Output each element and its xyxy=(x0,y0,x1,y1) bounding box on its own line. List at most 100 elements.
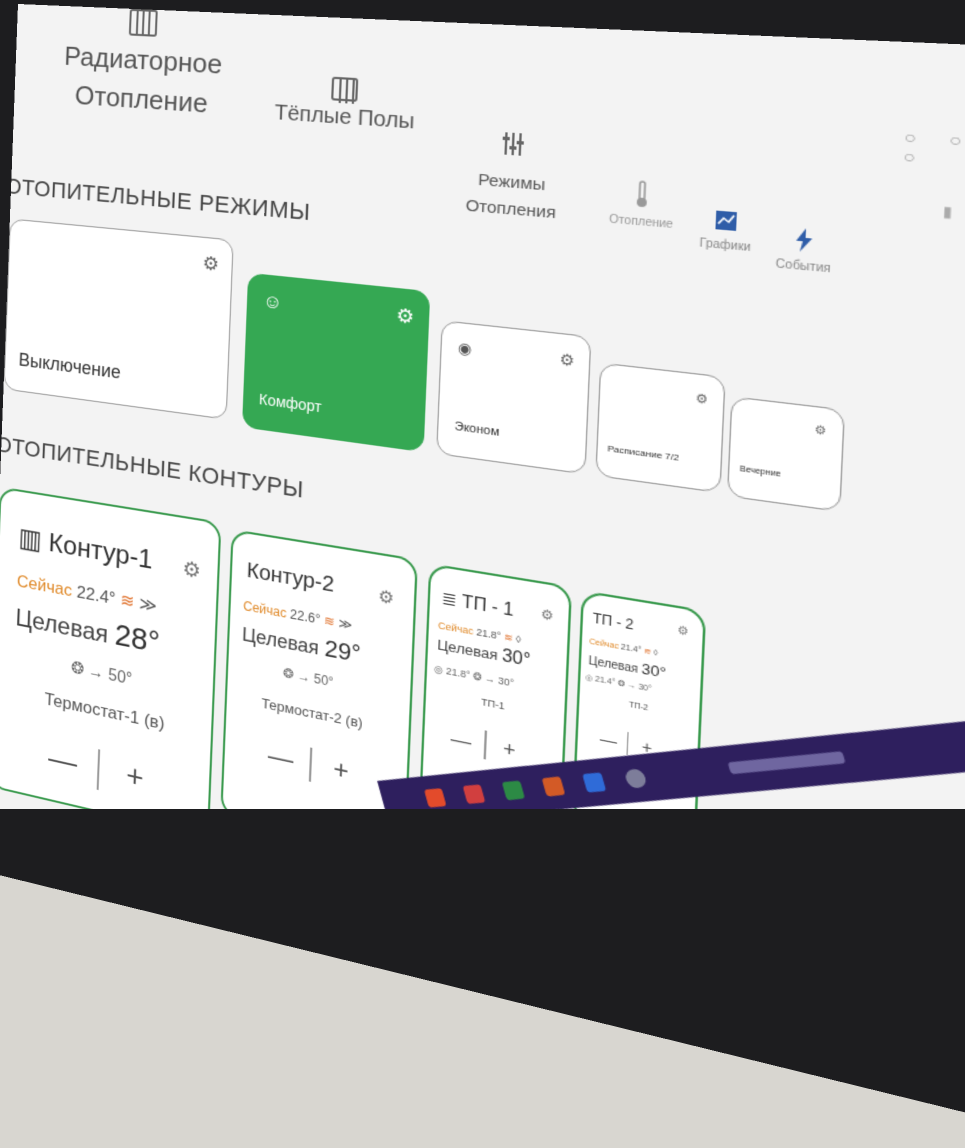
nav-floor-label: Тёплые Полы xyxy=(274,101,416,134)
gear-icon[interactable]: ⚙ xyxy=(559,350,575,371)
stepper-divider xyxy=(96,749,101,791)
pump-arrows-icon: ≫ xyxy=(138,593,158,617)
floor-temperature: 21.8° xyxy=(445,665,471,681)
stepper-divider xyxy=(308,747,313,782)
thermostat-label: ТП-1 xyxy=(481,696,505,712)
sliders-icon xyxy=(448,127,579,170)
nav-heating[interactable]: Отопление xyxy=(597,177,686,232)
circuit-title: Контур-2 xyxy=(246,558,335,598)
circuit-title: Контур-1 xyxy=(48,526,154,575)
target-value: 30° xyxy=(641,659,667,682)
fan-icon: ❂ xyxy=(70,659,85,679)
now-label: Сейчас xyxy=(589,638,619,652)
mode-label: Эконом xyxy=(454,420,500,440)
smile-icon: ☺ xyxy=(262,290,283,314)
gear-icon[interactable]: ⚙ xyxy=(695,391,708,407)
heat-waves-icon: ≋ xyxy=(119,589,135,612)
decrease-button[interactable]: — xyxy=(597,729,620,751)
mode-card-comfort[interactable]: ☺ ⚙ Комфорт xyxy=(241,272,431,453)
chart-icon xyxy=(687,207,765,238)
circuit-card-1[interactable]: ▥ Контур-1 ⚙ Сейчас 22.4° ≋ ≫ Целевая 28… xyxy=(0,486,222,809)
fan-icon: ❂ xyxy=(472,670,483,683)
thermostat-label: Термостат-1 (в) xyxy=(44,689,165,734)
mode-card-economy[interactable]: ◉ ⚙ Эконом xyxy=(436,320,592,475)
now-value: 21.4° xyxy=(620,643,642,656)
gear-icon[interactable]: ⚙ xyxy=(202,252,219,276)
nav-radiator-heating[interactable]: Радиаторное Отопление xyxy=(42,5,246,125)
stepper-divider xyxy=(626,731,629,755)
gear-icon[interactable]: ⚙ xyxy=(182,555,201,584)
mode-card-schedule[interactable]: ⚙ Расписание 7/2 xyxy=(595,362,726,494)
mode-label: Расписание 7/2 xyxy=(607,443,680,464)
fan-icon: ❂ xyxy=(282,665,295,683)
increase-button[interactable]: + xyxy=(495,735,524,764)
flow-temperature: → 50° xyxy=(88,662,133,689)
heat-waves-icon: ≋ xyxy=(323,612,336,630)
drop-icon: ◊ xyxy=(653,649,659,658)
settings-gear-icon[interactable] xyxy=(623,768,649,789)
increase-button[interactable]: + xyxy=(324,753,358,790)
flow-temperature: → 50° xyxy=(297,667,334,690)
app-icon-word[interactable] xyxy=(582,772,607,793)
app-icon-powerpoint[interactable] xyxy=(541,776,566,797)
decrease-button[interactable]: — xyxy=(43,740,83,783)
mode-label: Вечерние xyxy=(739,465,782,479)
circuit-title: ТП - 2 xyxy=(592,610,635,634)
floor-temperature: 21.4° xyxy=(594,675,616,688)
gear-icon[interactable]: ⚙ xyxy=(378,585,395,609)
heat-waves-icon: ≋ xyxy=(503,631,514,644)
mode-card-off[interactable]: ⚙ Выключение xyxy=(3,218,234,420)
floor-heating-icon: ≣ xyxy=(441,589,458,611)
gear-icon[interactable]: ⚙ xyxy=(396,304,415,329)
thermostat-label: ТП-2 xyxy=(628,701,649,713)
app-icon-browser[interactable] xyxy=(424,788,447,808)
floor-sensor-icon: ◎ xyxy=(433,663,444,676)
gear-icon[interactable]: ⚙ xyxy=(540,606,554,624)
now-label: Сейчас xyxy=(437,619,474,637)
nav-heating-modes[interactable]: Режимы Отопления xyxy=(446,127,579,228)
window-controls[interactable]: ○ ○ ○ ○ xyxy=(903,127,965,176)
modes-section-title: ОТОПИТЕЛЬНЫЕ РЕЖИМЫ xyxy=(5,173,312,226)
thermometer-icon xyxy=(598,177,686,215)
floor-sensor-icon: ◎ xyxy=(585,673,593,684)
gear-icon[interactable]: ⚙ xyxy=(677,624,689,639)
increase-button[interactable]: + xyxy=(114,756,155,800)
screen-viewport: Радиаторное Отопление Тёплые Полы Режимы… xyxy=(0,0,965,809)
thermostat-label: Термостат-2 (в) xyxy=(261,694,364,732)
fan-icon: ❂ xyxy=(617,679,626,689)
drop-icon: ◊ xyxy=(515,633,522,646)
target-value: 30° xyxy=(501,646,531,671)
radiator-icon xyxy=(128,8,158,37)
target-label: Целевая xyxy=(241,623,320,659)
target-value: 29° xyxy=(323,634,362,668)
economy-icon: ◉ xyxy=(457,338,473,358)
now-label: Сейчас xyxy=(242,598,287,621)
nav-events-label: События xyxy=(775,257,831,276)
system-tray[interactable] xyxy=(727,751,846,775)
decrease-button[interactable]: — xyxy=(447,726,476,755)
gear-icon[interactable]: ⚙ xyxy=(814,424,827,439)
nav-events[interactable]: События xyxy=(763,225,845,277)
app-icon-red[interactable] xyxy=(462,784,486,805)
target-label: Целевая xyxy=(15,604,109,649)
heating-dashboard: Радиаторное Отопление Тёплые Полы Режимы… xyxy=(0,4,965,809)
app-icon-excel[interactable] xyxy=(501,780,526,801)
floor-heating-icon xyxy=(331,76,359,102)
decrease-button[interactable]: — xyxy=(264,740,297,776)
nav-graphs[interactable]: Графики xyxy=(686,207,765,256)
nav-graphs-label: Графики xyxy=(699,237,752,255)
stepper-divider xyxy=(483,730,487,760)
target-value: 28° xyxy=(114,617,161,661)
nav-floor-heating[interactable]: Тёплые Полы xyxy=(263,73,429,136)
target-label: Целевая xyxy=(588,655,639,677)
circuit-card-2[interactable]: Контур-2 ⚙ Сейчас 22.6° ≋ ≫ Целевая 29° … xyxy=(220,528,418,809)
nav-heat-label: Отопление xyxy=(608,213,674,232)
status-icons: ▮ ▢ ▮ ▯ xyxy=(942,202,965,229)
now-value: 22.6° xyxy=(289,606,321,628)
radiator-icon: ▥ xyxy=(18,521,43,556)
mode-label: Выключение xyxy=(18,349,122,383)
mode-label: Комфорт xyxy=(258,390,322,416)
mode-card-evening[interactable]: ⚙ Вечерние xyxy=(726,396,846,513)
flow-temperature: → 30° xyxy=(627,681,652,694)
heat-waves-icon: ≋ xyxy=(643,647,652,657)
